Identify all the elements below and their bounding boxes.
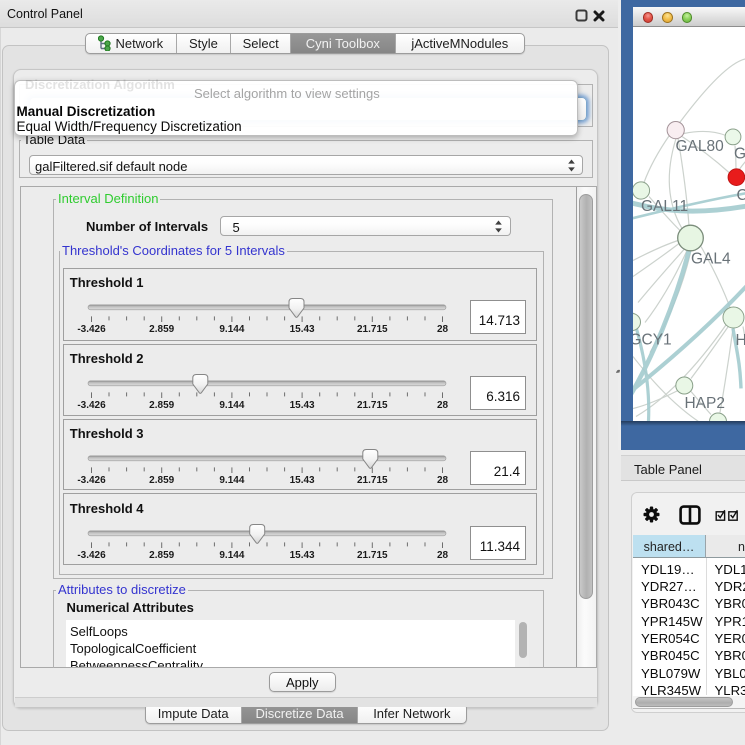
svg-text:HAP2: HAP2 bbox=[685, 394, 725, 411]
svg-text:GCY1: GCY1 bbox=[633, 331, 672, 348]
svg-text:GAL11: GAL11 bbox=[641, 197, 688, 214]
svg-text:GAL80: GAL80 bbox=[734, 145, 745, 162]
svg-text:CYC1: CYC1 bbox=[736, 186, 745, 203]
svg-text:GAL4: GAL4 bbox=[691, 250, 731, 267]
svg-text:GAL80: GAL80 bbox=[676, 137, 724, 154]
svg-text:HIS4: HIS4 bbox=[735, 331, 745, 348]
